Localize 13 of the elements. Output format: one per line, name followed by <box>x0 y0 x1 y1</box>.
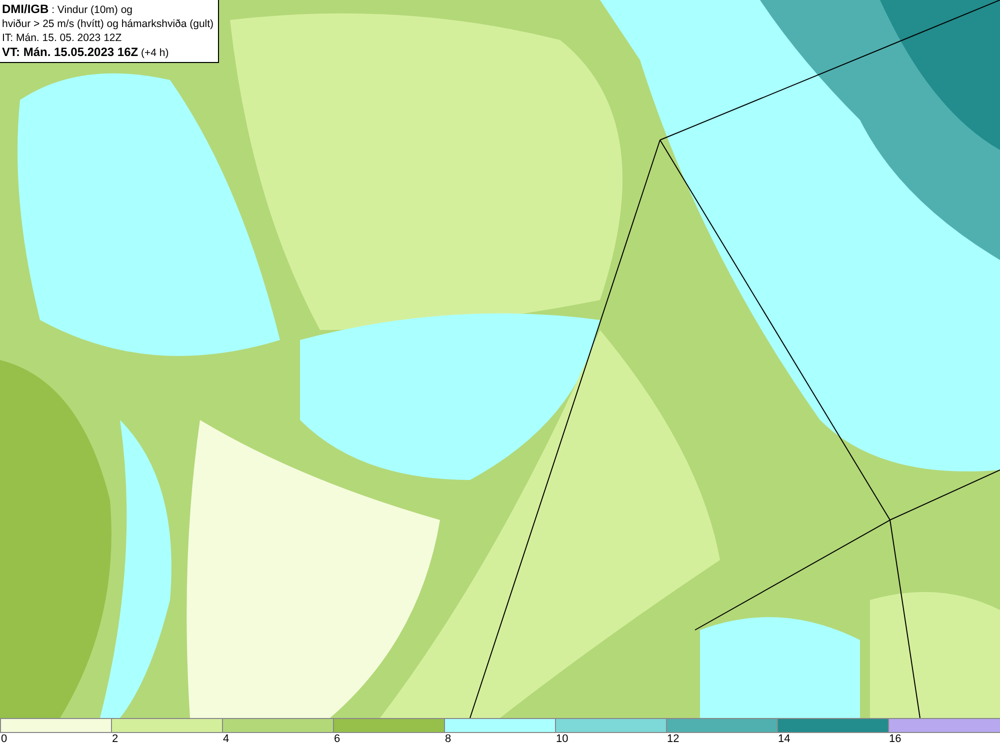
legend-label: 6 <box>333 733 340 746</box>
legend-label: 16 <box>888 733 902 746</box>
legend-label: 0 <box>0 733 8 746</box>
info-text: hviður > 25 m/s (hvítt) og hámarkshviða (gult) <box>2 17 214 31</box>
info-text: IT: Mán. 15. 05. 2023 12Z <box>2 31 122 45</box>
legend-label: 8 <box>444 733 452 746</box>
legend-label: 14 <box>777 733 790 746</box>
legend-label: 4 <box>222 733 230 746</box>
info-text: VT: Mán. 15.05.2023 16Z (+4 h) <box>2 45 169 60</box>
legend-label: 2 <box>111 733 118 746</box>
legend-label: 10 <box>555 733 568 746</box>
info-text: DMI/IGB : Vindur (10m) og <box>2 2 133 17</box>
legend-label: 12 <box>666 733 680 746</box>
